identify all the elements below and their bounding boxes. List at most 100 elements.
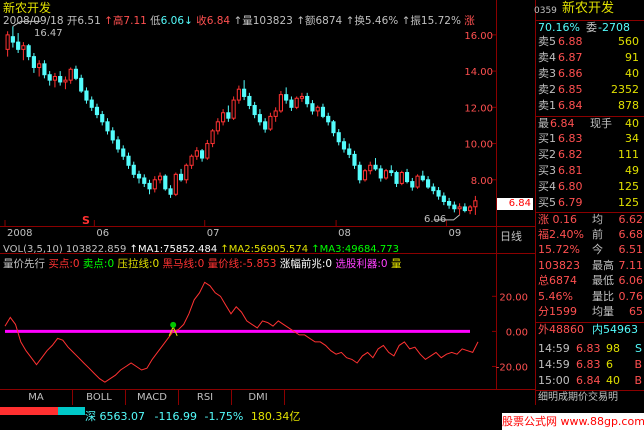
buy-level-price: 6.80 <box>558 180 583 193</box>
buy-level-label: 买2 <box>538 148 556 161</box>
candle-body <box>441 195 446 203</box>
info-low-label: 低 <box>150 15 161 27</box>
quote-bottom-text: 细明成期价交易明 <box>538 392 618 403</box>
quote-stat-row: 涨 0.16 均 6.62 <box>536 212 644 226</box>
sell-level-price: 6.87 <box>558 51 583 64</box>
quote-last-price: 6.84 <box>550 117 575 130</box>
candle-body <box>347 148 352 155</box>
quote-stat-right-label: 最高 <box>592 258 614 272</box>
sell-level-row[interactable]: 卖1 6.84 878 <box>536 99 644 112</box>
candle-body <box>131 164 136 175</box>
buy-level-price: 6.81 <box>558 164 583 177</box>
candle-body <box>268 115 273 130</box>
candle-body <box>84 90 89 101</box>
quote-stat-row: 5.46% 量比 0.76 <box>536 290 644 303</box>
info-high-label: 高 <box>112 15 124 27</box>
quote-last-vol: 40 <box>625 117 639 130</box>
candle-body <box>257 114 262 123</box>
tick-time: 14:59 <box>538 358 570 371</box>
tab-macd[interactable]: MACD <box>126 390 179 406</box>
quote-weibi-row: 70.16% 委 -2708 <box>536 20 644 34</box>
sell-level-label: 卖5 <box>538 35 556 48</box>
sell-level-label: 卖4 <box>538 51 556 64</box>
tab-rsi[interactable]: RSI <box>179 390 232 406</box>
candle-body <box>200 150 205 159</box>
buy-level-row[interactable]: 买1 6.83 34 <box>536 132 644 145</box>
candle-body <box>173 173 178 195</box>
candle-body <box>21 45 26 50</box>
price-x-tick-label: 08 <box>338 228 351 239</box>
buy-level-price: 6.83 <box>558 132 583 145</box>
candle-body <box>189 155 194 166</box>
sell-level-row[interactable]: 卖3 6.86 40 <box>536 67 644 80</box>
price-y-tick-label: 16.00 <box>464 31 493 42</box>
candle-body <box>152 179 157 190</box>
period-daily-button[interactable]: 日线 <box>500 230 522 243</box>
quote-stat-left: 总6874 <box>538 274 577 287</box>
quote-stat-right: 6.51 <box>618 243 644 256</box>
candle-body <box>273 110 278 117</box>
quote-inner: 内54963 <box>592 323 638 336</box>
candle-body <box>352 153 357 166</box>
indicator-pressure-line: 压拉线:0 <box>117 258 160 270</box>
quote-bottom-tabs[interactable]: 细明成期价交易明 <box>536 390 644 404</box>
indicator-sell-point: 卖点:0 <box>82 258 115 270</box>
quote-stat-left: 福2.40% <box>538 227 584 241</box>
tab-boll[interactable]: BOLL <box>73 390 126 406</box>
candle-body <box>163 175 168 190</box>
candle-body <box>31 56 36 68</box>
buy-level-vol: 125 <box>618 196 639 209</box>
index-quote[interactable]: 深 6563.07 -116.99 -1.75% 180.34亿 <box>85 410 300 423</box>
candle-body <box>305 95 310 105</box>
quote-stat-right: 6.62 <box>618 213 644 226</box>
quote-outer: 外48860 <box>538 323 584 336</box>
sell-signal-marker: S <box>82 214 90 227</box>
sell-level-vol: 40 <box>625 67 639 80</box>
buy-level-row[interactable]: 买5 6.79 125 <box>536 196 644 209</box>
candle-body <box>121 148 126 157</box>
indicator-buy-point: 买点:0 <box>48 258 80 270</box>
candle-body <box>404 172 410 183</box>
sell-level-label: 卖1 <box>538 99 556 112</box>
tick-time: 14:59 <box>538 342 570 355</box>
sell-level-row[interactable]: 卖5 6.88 560 <box>536 35 644 48</box>
buy-level-row[interactable]: 买4 6.80 125 <box>536 180 644 193</box>
sell-level-row[interactable]: 卖2 6.85 2352 <box>536 83 644 96</box>
sell-level-price: 6.88 <box>558 35 583 48</box>
candle-body <box>315 106 320 112</box>
buy-level-row[interactable]: 买2 6.82 111 <box>536 148 644 161</box>
candle-body <box>37 63 42 68</box>
candle-body <box>462 206 467 212</box>
info-close-label: 收 <box>196 15 207 27</box>
price-chart[interactable]: 8.00 10.00 12.00 14.00 16.00 2008 06 07 08 09 <box>0 0 535 253</box>
candle-body <box>142 177 147 184</box>
info-amplitude-label: 振 <box>410 15 421 27</box>
buy-level-vol: 111 <box>618 148 639 161</box>
candle-body <box>73 68 79 79</box>
indicator-price-volume: 量价线:-5.853 <box>207 258 277 270</box>
indicator-chart[interactable]: 20.00 0.00 -20.00 <box>0 254 535 389</box>
sell-level-row[interactable]: 卖4 6.87 91 <box>536 51 644 64</box>
quote-stat-right-label: 最低 <box>592 274 614 287</box>
info-amount-label: 额 <box>305 15 316 27</box>
info-open-label: 开 <box>66 15 78 27</box>
info-high: 7.11 <box>123 15 147 27</box>
tab-dmi[interactable]: DMI <box>232 390 285 406</box>
tick-flag: B <box>634 374 642 387</box>
price-x-tick-label: 06 <box>96 228 109 239</box>
index-value: 6563.07 <box>99 410 146 423</box>
buy-level-row[interactable]: 买3 6.81 49 <box>536 164 644 177</box>
indicator-overflow: 量 <box>390 258 402 270</box>
buy-level-label: 买5 <box>538 196 556 209</box>
sell-level-vol: 560 <box>618 35 639 48</box>
candle-body <box>178 173 184 181</box>
tab-ma[interactable]: MA <box>0 390 73 406</box>
candle-body <box>221 112 226 123</box>
index-change: -116.99 <box>154 410 197 423</box>
tick-vol: 6 <box>606 358 613 371</box>
candle-body <box>147 182 152 190</box>
quote-stat-right-label: 前 <box>592 227 603 241</box>
candle-body <box>341 141 347 150</box>
candle-body <box>410 181 415 188</box>
tick-row: 14:59 6.83 6 B <box>536 358 644 371</box>
